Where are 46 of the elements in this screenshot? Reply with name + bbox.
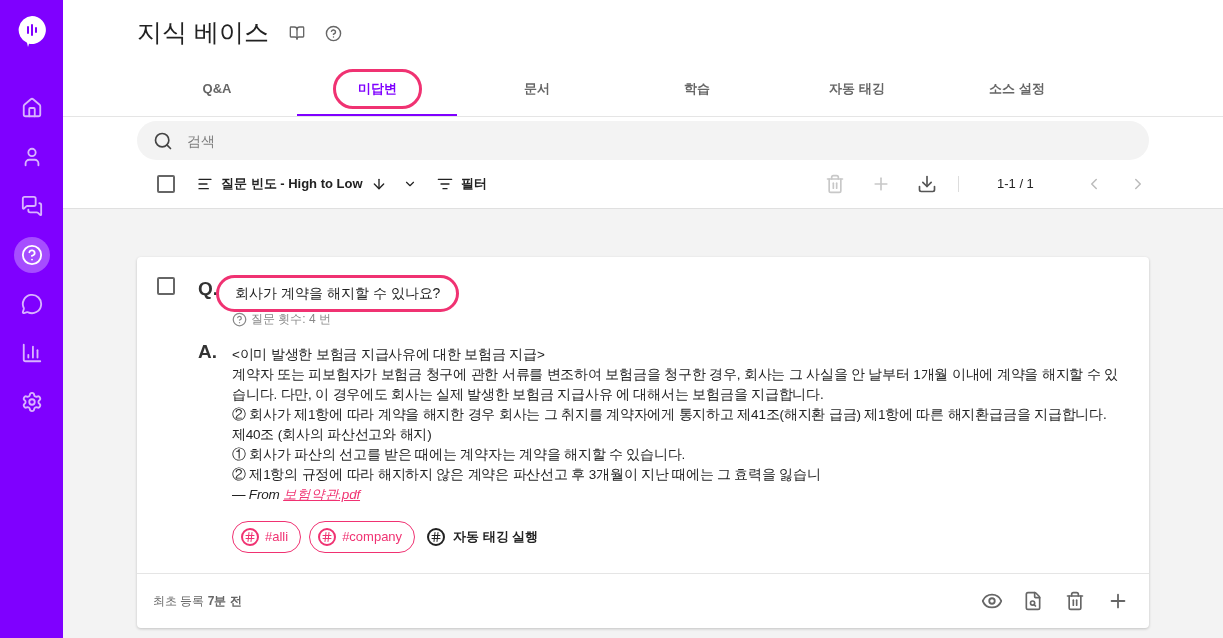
tab[interactable]: 문서	[457, 64, 617, 116]
question-text: 회사가 계약을 해지할 수 있나요?	[216, 275, 460, 312]
answer-text: <이미 발생한 보험금 지급사유에 대한 보험금 지급>	[232, 346, 546, 364]
filter-icon	[436, 176, 453, 192]
answer-source: — From 보험약관.pdf	[232, 486, 363, 504]
question-checkbox[interactable]	[157, 277, 175, 295]
delete-icon[interactable]	[1065, 591, 1085, 611]
tab[interactable]: 자동 태깅	[777, 64, 937, 116]
file-search-icon[interactable]	[1023, 591, 1043, 611]
tab[interactable]: 소스 설정	[937, 64, 1097, 116]
book-icon[interactable]	[288, 25, 305, 41]
chat-icon	[20, 195, 43, 217]
page-title: 지식 베이스	[137, 17, 269, 49]
answer-text: 제40조 (회사의 파산선고와 해지)	[232, 426, 433, 444]
answer-text: ① 회사가 파산의 선고를 받은 때에는 계약자는 계약을 해지할 수 있습니다.	[232, 446, 687, 464]
logo-icon	[16, 15, 47, 47]
hashtag-icon	[318, 528, 337, 546]
tab[interactable]: 학습	[617, 64, 777, 116]
sidebar-nav-button[interactable]	[13, 237, 50, 273]
bar-chart-icon	[20, 342, 43, 364]
hashtag-icon	[241, 528, 259, 546]
question-count-icon	[232, 311, 247, 327]
hashtag-icon	[427, 528, 446, 546]
help-icon[interactable]	[324, 24, 342, 42]
tab[interactable]: 미답변	[297, 64, 457, 116]
question-count: 질문 횟수: 4 번	[251, 311, 331, 328]
search-icon	[153, 131, 173, 151]
sort-button[interactable]: 질문 빈도 - High to Low	[197, 174, 417, 194]
auto-tag-button[interactable]: 자동 태깅 실행	[427, 527, 539, 547]
question-icon	[20, 244, 43, 266]
source-link[interactable]: 보험약관.pdf	[283, 487, 361, 502]
filter-button[interactable]: 필터	[436, 174, 487, 194]
home-icon	[20, 97, 43, 119]
chat-bubble-icon	[20, 293, 43, 315]
answer-text: ② 회사가 제1항에 따라 계약을 해지한 경우 회사는 그 취지를 계약자에게 통지하고 제41조(해지환 급금) 제1항에 따른 해지환급금을 지급합니다.	[232, 406, 1108, 424]
search-field[interactable]: 검색	[137, 121, 1149, 160]
download-icon[interactable]	[917, 174, 937, 194]
tab[interactable]: Q&A	[137, 64, 297, 116]
select-all-checkbox[interactable]	[157, 175, 175, 193]
sort-icon	[197, 176, 213, 192]
pagination-text: 1-1 / 1	[997, 175, 1035, 194]
settings-icon	[20, 391, 43, 413]
created-time: 최초 등록 7분 전	[153, 593, 242, 610]
answer-label: A.	[198, 339, 218, 364]
answer-text: ② 제1항의 규정에 따라 해지하지 않은 계약은 파산선고 후 3개월이 지난 때에는 그 효력을 잃습니	[232, 466, 822, 484]
answer-text: 계약자 또는 피보험자가 보험금 청구에 관한 서류를 변조하여 보험금을 청구한 경우, 회사는 그 사실을 안 날부터 1개월 이내에 계약을 해지할 수 있습니다. 다만, 이 경우에도 회사는 실제 발생한 보험금 지급사유 에 대해서는 보험금을 지급합니다.	[232, 366, 1119, 404]
